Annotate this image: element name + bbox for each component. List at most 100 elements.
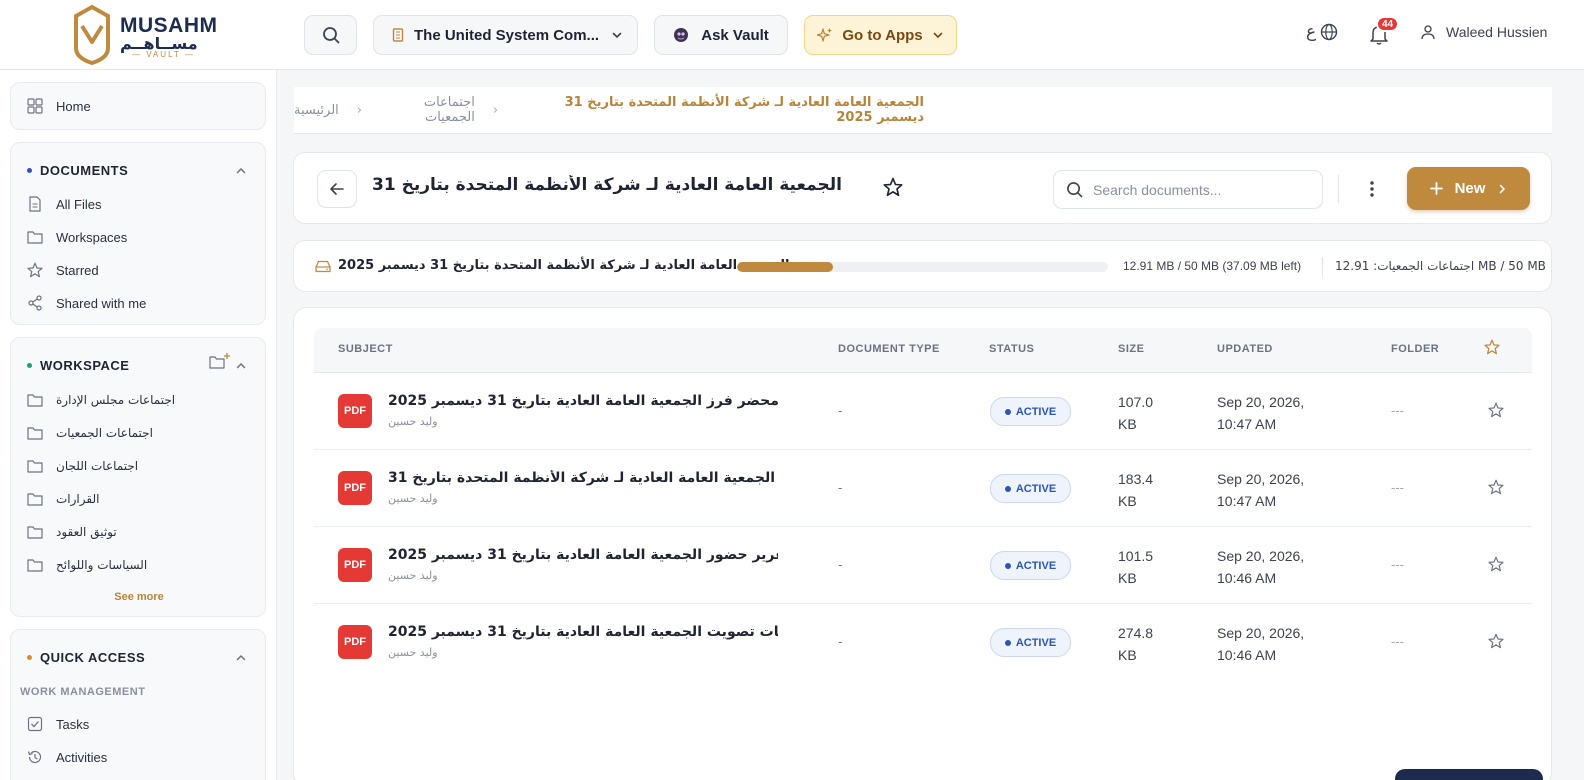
quick-access-section-header[interactable]: QUICK ACCESS [27, 650, 145, 665]
sidebar-item-workspace[interactable]: اجتماعات الجمعيات [27, 425, 153, 441]
section-dot [27, 363, 32, 368]
column-header-folder[interactable]: FOLDER [1391, 343, 1439, 355]
notifications-count-badge: 44 [1376, 16, 1400, 32]
document-subject[interactable]: محضر فرز الجمعية العامة العادية بتاريخ 3… [388, 393, 778, 409]
table-row[interactable]: PDF محضر الجمعية العامة العادية لـ شركة … [314, 450, 1532, 527]
chevron-up-icon[interactable] [235, 360, 247, 372]
new-button[interactable]: New [1407, 167, 1530, 210]
document-updated: Sep 20, 2026, 10:47 AM [1217, 468, 1327, 512]
row-star-icon[interactable] [1488, 479, 1504, 495]
table-row[interactable]: PDF تقرير حضور الجمعية العامة العادية بت… [314, 527, 1532, 604]
sidebar-item-workspace[interactable]: اجتماعات مجلس الإدارة [27, 392, 175, 408]
document-subject[interactable]: بطاقات تصويت الجمعية العامة العادية بتار… [388, 624, 778, 640]
sidebar-item-home[interactable]: Home [27, 98, 91, 114]
building-icon [392, 28, 404, 42]
company-selector[interactable]: The United System Com... [373, 15, 638, 55]
search-icon [1067, 182, 1083, 198]
workspace-section-header[interactable]: WORKSPACE [27, 358, 129, 373]
updated-time: 10:46 AM [1217, 570, 1277, 586]
document-search [1053, 170, 1323, 209]
document-folder: --- [1391, 634, 1404, 649]
sidebar-item-workspace[interactable]: اجتماعات اللجان [27, 458, 138, 474]
breadcrumb-parent[interactable]: اجتماعات الجمعيات [380, 95, 475, 125]
more-options-icon[interactable] [1368, 179, 1376, 199]
size-value: 101.5 [1118, 548, 1154, 564]
new-folder-icon[interactable] [209, 352, 231, 370]
row-star-icon[interactable] [1488, 556, 1504, 572]
back-button[interactable] [317, 170, 357, 208]
pdf-file-icon: PDF [338, 471, 372, 505]
breadcrumb-home[interactable]: الرئيسية [294, 103, 339, 118]
column-header-star-icon[interactable] [1484, 339, 1500, 355]
sidebar-item-label: Workspaces [56, 229, 128, 245]
grid-icon [27, 98, 43, 114]
size-value: 274.8 [1118, 625, 1154, 641]
column-header-size[interactable]: SIZE [1118, 343, 1144, 355]
sidebar-item-workspaces[interactable]: Workspaces [27, 229, 127, 245]
chevron-right-icon [1500, 184, 1506, 193]
ask-vault-button[interactable]: Ask Vault [654, 15, 788, 55]
column-header-document-type[interactable]: DOCUMENT TYPE [838, 343, 940, 355]
chevron-up-icon[interactable] [235, 165, 247, 177]
sidebar-item-tasks[interactable]: Tasks [27, 716, 89, 732]
column-header-subject[interactable]: SUBJECT [338, 343, 393, 355]
document-size: 274.8 KB [1118, 622, 1178, 666]
sidebar-item-label: Home [56, 98, 91, 114]
document-size: 101.5 KB [1118, 545, 1178, 589]
sidebar-item-workspace[interactable]: السياسات واللوائح [27, 557, 147, 573]
user-menu[interactable]: Waleed Hussien [1420, 24, 1547, 40]
file-icon [29, 196, 41, 212]
go-to-apps-button[interactable]: Go to Apps [804, 15, 957, 55]
sidebar-item-label: اجتماعات الجمعيات [56, 426, 153, 440]
document-updated: Sep 20, 2026, 10:47 AM [1217, 391, 1327, 435]
floating-action-button[interactable] [1395, 769, 1543, 780]
table-row[interactable]: PDF بطاقات تصويت الجمعية العامة العادية … [314, 604, 1532, 681]
search-input[interactable] [1093, 181, 1308, 198]
status-dot [1004, 408, 1011, 415]
language-switcher[interactable]: ع [1306, 22, 1338, 42]
storage-used-text: 12.91 MB / 50 MB (37.09 MB left) [1123, 259, 1302, 273]
ai-assistant-icon [674, 28, 689, 42]
sidebar-item-label: القرارات [56, 492, 100, 506]
document-folder: --- [1391, 480, 1404, 495]
sidebar-item-label: All Files [56, 196, 102, 212]
document-author: وليد حسين [388, 569, 438, 582]
sidebar-item-label: Starred [56, 262, 99, 278]
storage-progress-bar [737, 262, 1108, 272]
sidebar: Home DOCUMENTS All Files Workspaces Star… [0, 70, 277, 780]
document-subject[interactable]: تقرير حضور الجمعية العامة العادية بتاريخ… [388, 547, 778, 563]
sidebar-item-activities[interactable]: Activities [27, 749, 107, 765]
sidebar-item-starred[interactable]: Starred [27, 262, 99, 278]
storage-progress-fill [737, 262, 833, 272]
musahm-logo[interactable]: MUSAHM مســاهــم — VAULT — [72, 4, 217, 66]
sidebar-item-all-files[interactable]: All Files [27, 196, 102, 212]
arrow-left-icon [330, 183, 344, 195]
global-search-button[interactable] [304, 15, 357, 55]
see-more-link[interactable]: See more [11, 591, 267, 603]
status-badge: ACTIVE [990, 628, 1071, 657]
hard-drive-icon [315, 260, 331, 273]
search-icon [322, 27, 339, 44]
pdf-file-icon: PDF [338, 394, 372, 428]
table-row[interactable]: PDF محضر فرز الجمعية العامة العادية بتار… [314, 373, 1532, 450]
document-folder: --- [1391, 557, 1404, 572]
document-size: 107.0 KB [1118, 391, 1178, 435]
sidebar-item-workspace[interactable]: القرارات [27, 491, 99, 507]
sidebar-item-workspace[interactable]: توثيق العقود [27, 524, 117, 540]
page-title: الجمعية العامة العادية لـ شركة الأنظمة ا… [372, 175, 842, 195]
chevron-up-icon[interactable] [235, 652, 247, 664]
folder-icon [27, 559, 43, 572]
document-author: وليد حسين [388, 415, 438, 428]
documents-section-header[interactable]: DOCUMENTS [27, 163, 128, 178]
document-subject[interactable]: محضر الجمعية العامة العادية لـ شركة الأن… [388, 470, 778, 486]
ask-vault-label: Ask Vault [701, 26, 769, 44]
favorite-star-icon[interactable] [883, 177, 903, 197]
sidebar-item-shared-with-me[interactable]: Shared with me [27, 295, 146, 311]
column-header-status[interactable]: STATUS [989, 343, 1034, 355]
column-header-updated[interactable]: UPDATED [1217, 343, 1273, 355]
status-dot [1004, 562, 1011, 569]
status-dot [1004, 639, 1011, 646]
row-star-icon[interactable] [1488, 402, 1504, 418]
folder-icon [27, 526, 43, 539]
row-star-icon[interactable] [1488, 633, 1504, 649]
